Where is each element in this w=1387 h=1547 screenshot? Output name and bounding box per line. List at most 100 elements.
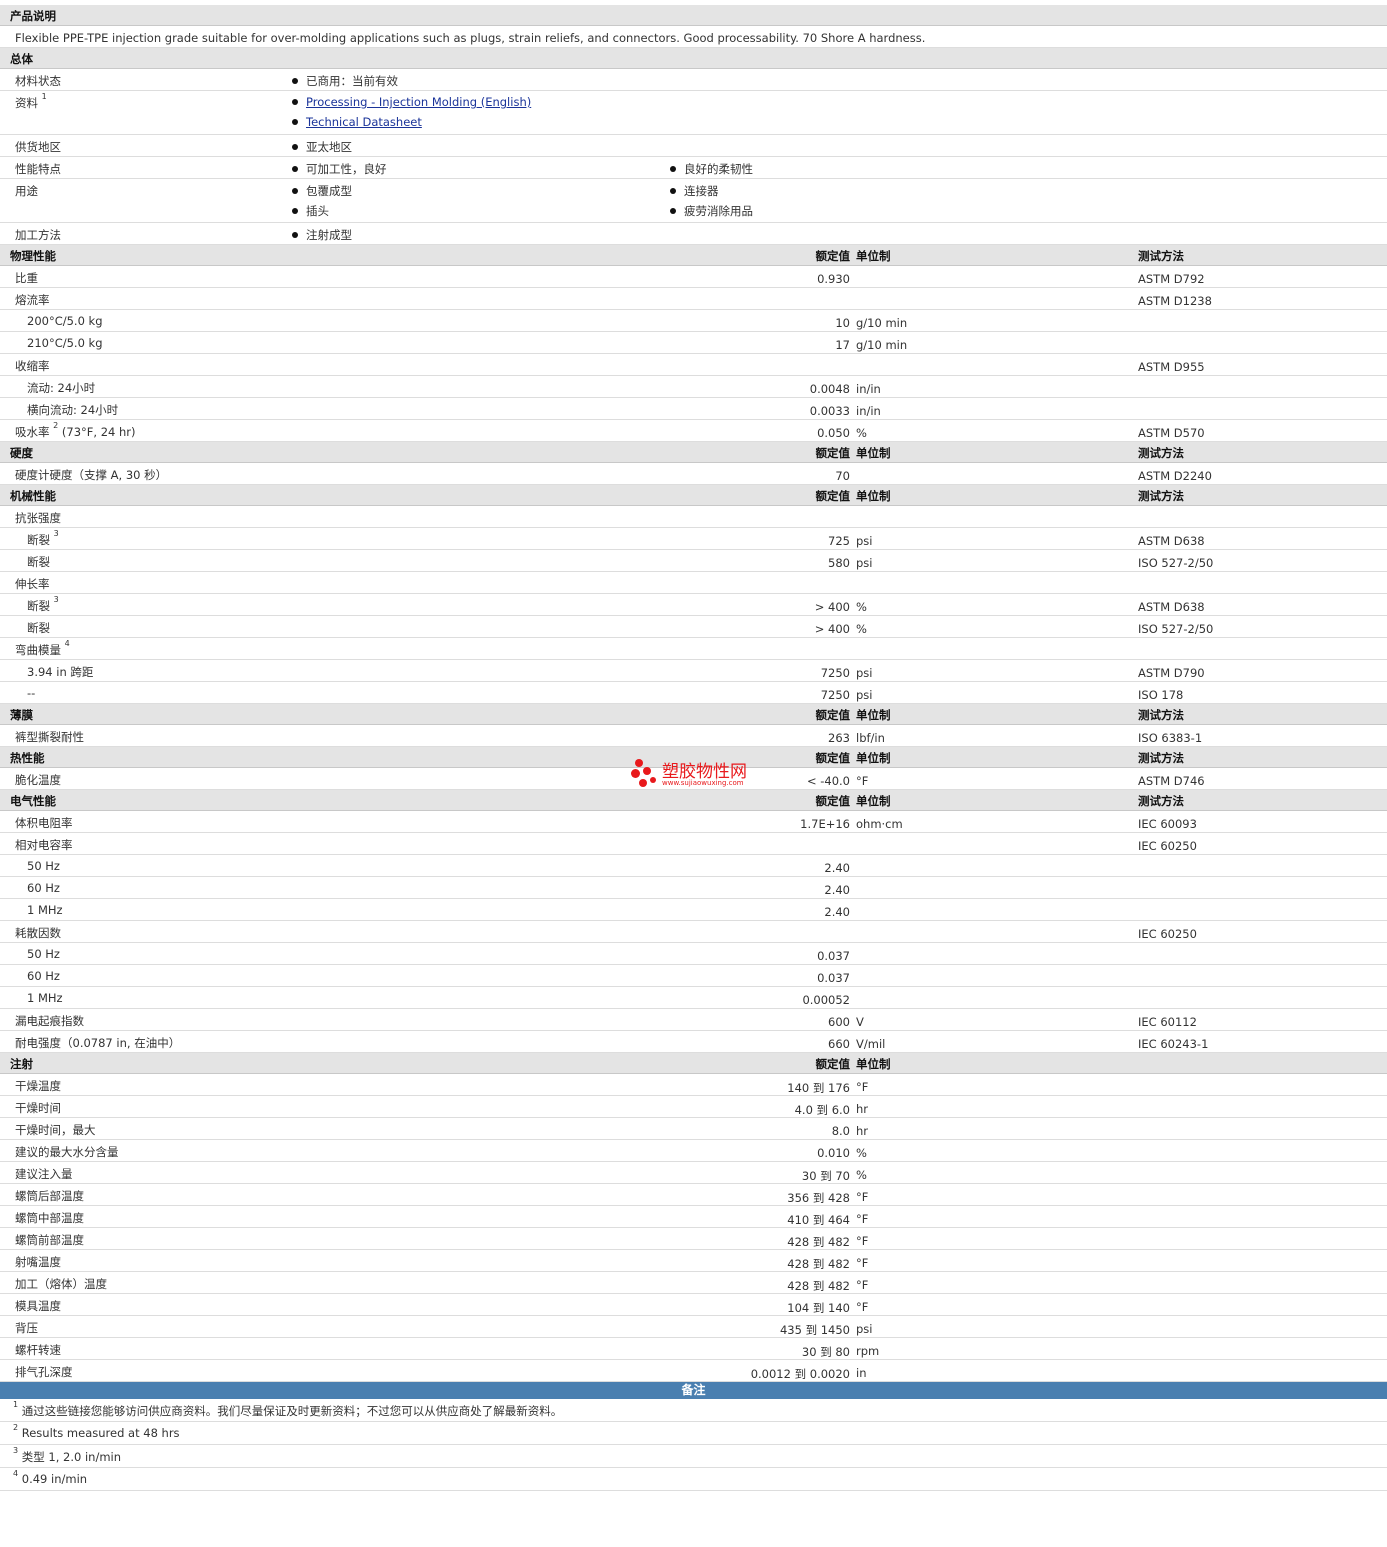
property-label: 吸水率 2 (73°F, 24 hr) bbox=[15, 421, 136, 440]
footnote-ref: 3 bbox=[53, 595, 59, 604]
property-label: 脆化温度 bbox=[15, 772, 61, 788]
processing-doc-link[interactable]: Processing - Injection Molding (English) bbox=[306, 95, 531, 109]
property-label: 裤型撕裂耐性 bbox=[15, 729, 84, 745]
unit-value: % bbox=[856, 600, 867, 614]
property-row: 漏电起痕指数 600 V IEC 60112 bbox=[0, 1009, 1387, 1031]
label-text: 裤型撕裂耐性 bbox=[15, 730, 84, 744]
label-text: 熔流率 bbox=[15, 293, 50, 307]
label-text: 建议的最大水分含量 bbox=[15, 1145, 119, 1159]
property-label: 50 Hz bbox=[27, 947, 60, 961]
test-method: IEC 60250 bbox=[1138, 839, 1197, 853]
property-row: 50 Hz 0.037 bbox=[0, 943, 1387, 965]
row-label: 材料状态 bbox=[15, 74, 61, 88]
label-text: 漏电起痕指数 bbox=[15, 1014, 84, 1028]
section-header-hardness: 硬度 额定值 单位制 测试方法 bbox=[0, 442, 1387, 463]
property-label: 模具温度 bbox=[15, 1298, 61, 1314]
general-row-uses: 用途 包覆成型 连接器 插头 疲劳消除用品 bbox=[0, 179, 1387, 223]
bullet-text: 可加工性，良好 bbox=[306, 162, 387, 176]
bullet-item: 亚太地区 bbox=[292, 139, 352, 155]
note-body: 0.49 in/min bbox=[21, 1472, 88, 1486]
note-body: 通过这些链接您能够访问供应商资料。我们尽量保证及时更新资料；不过您可以从供应商处… bbox=[21, 1404, 563, 1418]
unit-value: g/10 min bbox=[856, 316, 908, 330]
nominal-header: 额定值 bbox=[815, 446, 851, 460]
nominal-header: 额定值 bbox=[815, 249, 851, 263]
property-row: 断裂 3 725 psi ASTM D638 bbox=[0, 528, 1387, 550]
test-method: IEC 60093 bbox=[1138, 817, 1197, 831]
property-row: 比重 0.930 ASTM D792 bbox=[0, 266, 1387, 288]
nominal-value: 0.050 bbox=[817, 426, 850, 440]
label-text: 横向流动: 24小时 bbox=[27, 403, 119, 417]
nominal-value: 580 bbox=[828, 556, 850, 570]
property-row: 收缩率 ASTM D955 bbox=[0, 354, 1387, 376]
property-label: 1 MHz bbox=[27, 903, 63, 917]
unit-value: °F bbox=[856, 1256, 869, 1270]
description-row: Flexible PPE-TPE injection grade suitabl… bbox=[0, 26, 1387, 48]
section-title: 薄膜 bbox=[10, 708, 33, 722]
property-label: 断裂 3 bbox=[27, 595, 59, 614]
unit-value: °F bbox=[856, 1190, 869, 1204]
unit-value: °F bbox=[856, 1080, 869, 1094]
footnote-ref: 1 bbox=[41, 92, 47, 101]
property-label: 收缩率 bbox=[15, 358, 50, 374]
section-header-injection: 注射 额定值 单位制 bbox=[0, 1053, 1387, 1074]
label-text: 射嘴温度 bbox=[15, 1255, 61, 1269]
nominal-value: 435 到 1450 bbox=[779, 1323, 850, 1337]
label-text: 3.94 in 跨距 bbox=[27, 665, 94, 679]
general-row-docs: 资料 1 Processing - Injection Molding (Eng… bbox=[0, 91, 1387, 135]
nominal-value: 0.010 bbox=[817, 1146, 850, 1160]
label-text: 体积电阻率 bbox=[15, 816, 73, 830]
property-label: 漏电起痕指数 bbox=[15, 1013, 84, 1029]
unit-header: 单位制 bbox=[856, 489, 891, 503]
property-row: 硬度计硬度（支撑 A, 30 秒） 70 ASTM D2240 bbox=[0, 463, 1387, 485]
bullet-item: 良好的柔韧性 bbox=[670, 161, 753, 177]
technical-datasheet-link[interactable]: Technical Datasheet bbox=[306, 115, 422, 129]
test-method: ISO 178 bbox=[1138, 688, 1184, 702]
note-row: 4 0.49 in/min bbox=[0, 1468, 1387, 1491]
test-method: ISO 527-2/50 bbox=[1138, 622, 1214, 636]
property-label: 3.94 in 跨距 bbox=[27, 664, 93, 680]
label-text: 螺筒前部温度 bbox=[15, 1233, 84, 1247]
unit-value: hr bbox=[856, 1102, 869, 1116]
property-row: 抗张强度 bbox=[0, 506, 1387, 528]
nominal-header: 额定值 bbox=[815, 708, 851, 722]
property-label: 伸长率 bbox=[15, 576, 50, 592]
property-label: 耐电强度（0.0787 in, 在油中） bbox=[15, 1035, 180, 1051]
property-row: 螺杆转速 30 到 80 rpm bbox=[0, 1338, 1387, 1360]
nominal-value: 0.0048 bbox=[809, 382, 850, 396]
nominal-value: 104 到 140 bbox=[787, 1301, 850, 1315]
unit-value: °F bbox=[856, 1234, 869, 1248]
property-row: 60 Hz 0.037 bbox=[0, 965, 1387, 987]
note-text: 3 类型 1, 2.0 in/min bbox=[13, 1446, 122, 1465]
section-header-general: 总体 bbox=[0, 48, 1387, 69]
test-method-header: 测试方法 bbox=[1138, 751, 1184, 765]
label-text: 伸长率 bbox=[15, 577, 50, 591]
test-method-header: 测试方法 bbox=[1138, 708, 1184, 722]
label-text: 50 Hz bbox=[27, 947, 60, 961]
property-row: 耐电强度（0.0787 in, 在油中） 660 V/mil IEC 60243-1 bbox=[0, 1031, 1387, 1053]
nominal-value: 428 到 482 bbox=[787, 1279, 850, 1293]
label-text: 210°C/5.0 kg bbox=[27, 336, 103, 350]
unit-value: V bbox=[856, 1015, 864, 1029]
nominal-value: 410 到 464 bbox=[787, 1213, 850, 1227]
property-label: 弯曲模量 4 bbox=[15, 639, 70, 658]
property-label: 干燥时间，最大 bbox=[15, 1122, 96, 1138]
nominal-value: 17 bbox=[835, 338, 850, 352]
test-method: ASTM D792 bbox=[1138, 272, 1205, 286]
note-row: 1 通过这些链接您能够访问供应商资料。我们尽量保证及时更新资料；不过您可以从供应… bbox=[0, 1399, 1387, 1422]
watermark-url: www.sujiaowuxing.com bbox=[662, 779, 744, 787]
nominal-value: 428 到 482 bbox=[787, 1257, 850, 1271]
label-text: 螺筒后部温度 bbox=[15, 1189, 84, 1203]
nominal-value: 1.7E+16 bbox=[800, 817, 850, 831]
unit-header: 单位制 bbox=[856, 751, 891, 765]
label-text: 抗张强度 bbox=[15, 511, 61, 525]
general-row-status: 材料状态 已商用：当前有效 bbox=[0, 69, 1387, 91]
note-body: 类型 1, 2.0 in/min bbox=[21, 1450, 122, 1464]
test-method: ASTM D638 bbox=[1138, 600, 1205, 614]
property-row: 耗散因数 IEC 60250 bbox=[0, 921, 1387, 943]
property-row: 1 MHz 2.40 bbox=[0, 899, 1387, 921]
logo-dot bbox=[650, 777, 656, 783]
label-text: 加工（熔体）温度 bbox=[15, 1277, 107, 1291]
property-label: 建议的最大水分含量 bbox=[15, 1144, 119, 1160]
nominal-value: 0.00052 bbox=[802, 993, 850, 1007]
property-row: 射嘴温度 428 到 482 °F bbox=[0, 1250, 1387, 1272]
